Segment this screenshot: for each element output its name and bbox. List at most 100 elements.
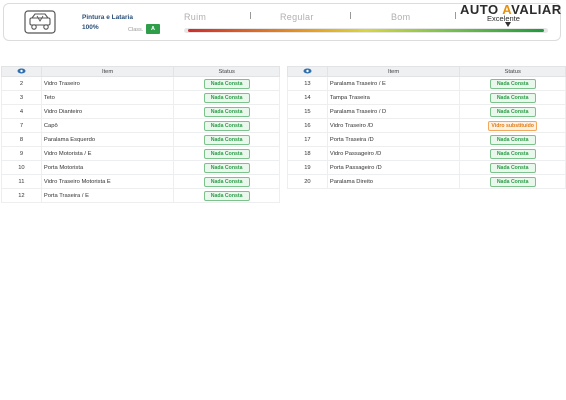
status-cell: Nada Consta [459, 76, 566, 91]
row-number: 15 [287, 104, 328, 119]
eye-icon[interactable] [17, 68, 26, 74]
status-cell: Nada Consta [459, 174, 566, 189]
item-name: Tampa Traseira [326, 90, 461, 105]
status-badge: Nada Consta [203, 190, 250, 201]
item-name: Paralama Esquerdo [40, 132, 175, 147]
car-body-icon [24, 10, 56, 34]
eye-icon[interactable] [303, 68, 312, 74]
status-badge: Nada Consta [489, 106, 536, 117]
row-number: 17 [287, 132, 328, 147]
table-row[interactable]: 17 Porta Traseira /D Nada Consta [287, 132, 566, 147]
status-badge: Nada Consta [203, 78, 250, 89]
rating-gauge [184, 28, 548, 33]
status-badge: Nada Consta [203, 92, 250, 103]
column-header-status: Status [173, 66, 280, 77]
status-cell: Nada Consta [459, 146, 566, 161]
category-title: Pintura e Lataria [82, 14, 133, 21]
status-cell: Nada Consta [459, 132, 566, 147]
table-row[interactable]: 10 Porta Motorista Nada Consta [1, 160, 280, 175]
item-name: Vidro Motorista / E [40, 146, 175, 161]
status-cell: Nada Consta [459, 104, 566, 119]
row-number: 12 [1, 188, 42, 203]
status-cell: Nada Consta [173, 188, 280, 203]
status-badge: Nada Consta [489, 148, 536, 159]
rating-label: Excelente [487, 14, 520, 23]
item-name: Vidro Traseiro /D [326, 118, 461, 133]
status-badge: Nada Consta [203, 176, 250, 187]
table-row[interactable]: 16 Vidro Traseiro /D Vidro substituído [287, 118, 566, 133]
status-badge: Nada Consta [489, 134, 536, 145]
row-number: 14 [287, 90, 328, 105]
column-header-view[interactable] [1, 66, 42, 77]
status-cell: Nada Consta [173, 174, 280, 189]
row-number: 16 [287, 118, 328, 133]
item-name: Paralama Direito [326, 174, 461, 189]
table-row[interactable]: 3 Teto Nada Consta [1, 90, 280, 105]
column-header-view[interactable] [287, 66, 328, 77]
scale-label-regular: Regular [280, 12, 314, 22]
row-number: 2 [1, 76, 42, 91]
status-cell: Nada Consta [173, 146, 280, 161]
item-name: Vidro Traseiro Motorista E [40, 174, 175, 189]
status-badge: Nada Consta [203, 120, 250, 131]
class-badge: A [146, 24, 160, 34]
table-row[interactable]: 8 Paralama Esquerdo Nada Consta [1, 132, 280, 147]
category-percent: 100% [82, 24, 99, 31]
status-cell: Nada Consta [173, 90, 280, 105]
table-row[interactable]: 12 Porta Traseira / E Nada Consta [1, 188, 280, 203]
status-badge: Nada Consta [489, 162, 536, 173]
status-cell: Nada Consta [459, 90, 566, 105]
scale-separator [350, 12, 351, 19]
scale-label-ruim: Ruim [184, 12, 207, 22]
row-number: 4 [1, 104, 42, 119]
table-row[interactable]: 14 Tampa Traseira Nada Consta [287, 90, 566, 105]
row-number: 11 [1, 174, 42, 189]
table-row[interactable]: 4 Vidro Dianteiro Nada Consta [1, 104, 280, 119]
status-cell: Nada Consta [173, 104, 280, 119]
table-row[interactable]: 20 Paralama Direito Nada Consta [287, 174, 566, 189]
status-cell: Vidro substituído [459, 118, 566, 133]
status-badge: Nada Consta [203, 134, 250, 145]
item-name: Porta Passageiro /D [326, 160, 461, 175]
row-number: 20 [287, 174, 328, 189]
status-badge: Nada Consta [203, 162, 250, 173]
row-number: 10 [1, 160, 42, 175]
status-cell: Nada Consta [173, 118, 280, 133]
row-number: 8 [1, 132, 42, 147]
scale-separator [250, 12, 251, 19]
table-row[interactable]: 9 Vidro Motorista / E Nada Consta [1, 146, 280, 161]
item-name: Vidro Passageiro /D [326, 146, 461, 161]
status-badge: Nada Consta [489, 176, 536, 187]
row-number: 3 [1, 90, 42, 105]
row-number: 7 [1, 118, 42, 133]
scale-label-bom: Bom [391, 12, 411, 22]
table-row[interactable]: 19 Porta Passageiro /D Nada Consta [287, 160, 566, 175]
column-header-status: Status [459, 66, 566, 77]
item-name: Porta Traseira / E [40, 188, 175, 203]
item-name: Paralama Traseiro / E [326, 76, 461, 91]
item-name: Capô [40, 118, 175, 133]
row-number: 9 [1, 146, 42, 161]
item-name: Teto [40, 90, 175, 105]
class-label: Class. [128, 27, 144, 33]
status-badge: Nada Consta [489, 78, 536, 89]
row-number: 13 [287, 76, 328, 91]
inspection-table-left: Item Status 2 Vidro Traseiro Nada Consta 3 T… [1, 66, 280, 203]
scale-separator [455, 12, 456, 19]
status-cell: Nada Consta [459, 160, 566, 175]
item-name: Porta Motorista [40, 160, 175, 175]
table-row[interactable]: 13 Paralama Traseiro / E Nada Consta [287, 76, 566, 91]
inspection-table-right: Item Status 13 Paralama Traseiro / E Nada … [287, 66, 566, 189]
table-row[interactable]: 7 Capô Nada Consta [1, 118, 280, 133]
table-row[interactable]: 18 Vidro Passageiro /D Nada Consta [287, 146, 566, 161]
item-name: Paralama Traseiro / D [326, 104, 461, 119]
table-row[interactable]: 15 Paralama Traseiro / D Nada Consta [287, 104, 566, 119]
status-cell: Nada Consta [173, 76, 280, 91]
column-header-item: Item [40, 66, 175, 77]
status-cell: Nada Consta [173, 132, 280, 147]
table-row[interactable]: 11 Vidro Traseiro Motorista E Nada Consta [1, 174, 280, 189]
item-name: Vidro Dianteiro [40, 104, 175, 119]
item-name: Porta Traseira /D [326, 132, 461, 147]
table-row[interactable]: 2 Vidro Traseiro Nada Consta [1, 76, 280, 91]
column-header-item: Item [326, 66, 461, 77]
